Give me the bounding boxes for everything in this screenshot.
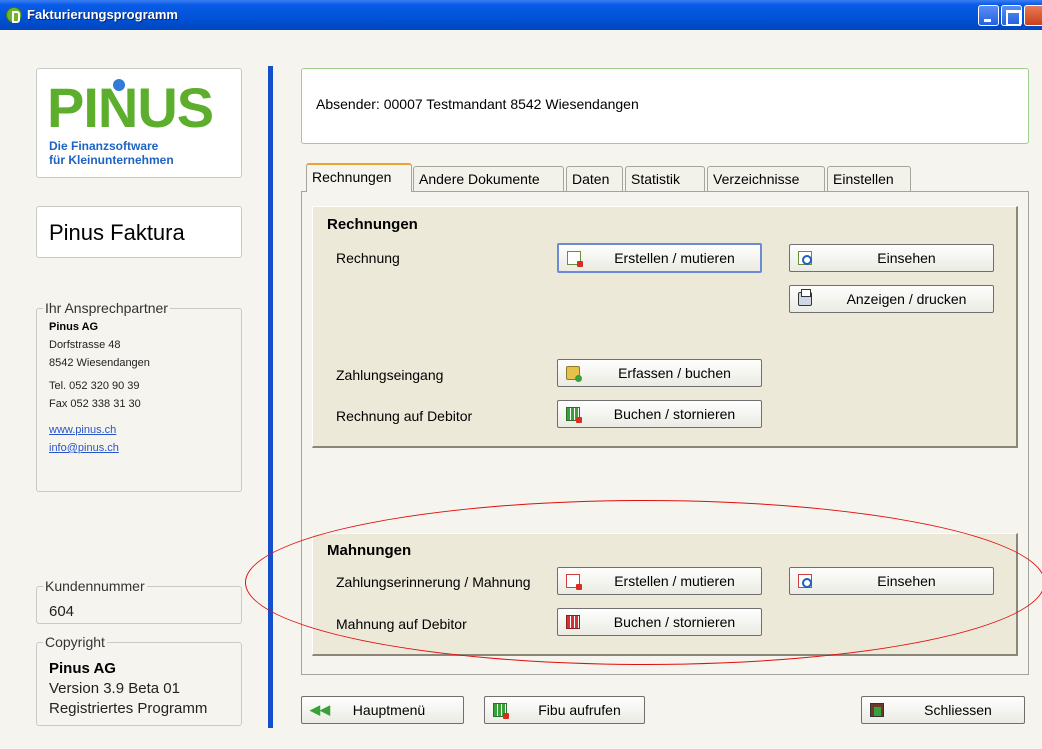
invoice-create-button[interactable]: Erstellen / mutieren bbox=[557, 243, 762, 273]
app-icon bbox=[6, 7, 22, 23]
tab-verzeichnisse[interactable]: Verzeichnisse bbox=[707, 166, 825, 191]
button-label: Schliessen bbox=[924, 702, 992, 718]
ledger-icon bbox=[566, 615, 580, 629]
tab-einstellen[interactable]: Einstellen bbox=[827, 166, 911, 191]
button-label: Hauptmenü bbox=[352, 702, 426, 718]
button-label: Fibu aufrufen bbox=[538, 702, 621, 718]
contact-group: Ihr Ansprechpartner Pinus AG Dorfstrasse… bbox=[36, 300, 242, 492]
reminder-debtor-button[interactable]: Buchen / stornieren bbox=[557, 608, 762, 636]
button-label: Erfassen / buchen bbox=[618, 365, 731, 381]
maximize-button[interactable] bbox=[1001, 5, 1022, 26]
contact-city: 8542 Wiesendangen bbox=[49, 357, 150, 369]
tab-statistik[interactable]: Statistik bbox=[625, 166, 705, 191]
reminder-create-button[interactable]: Erstellen / mutieren bbox=[557, 567, 762, 595]
logo-word: PINUS bbox=[47, 76, 214, 139]
document-edit-icon bbox=[567, 251, 583, 267]
copyright-group: Copyright Pinus AG Version 3.9 Beta 01 R… bbox=[36, 634, 242, 726]
exit-icon bbox=[870, 703, 884, 717]
invoices-title: Rechnungen bbox=[327, 216, 418, 233]
button-label: Einsehen bbox=[877, 573, 936, 589]
ledger-icon bbox=[493, 703, 509, 719]
reminders-title: Mahnungen bbox=[327, 542, 412, 559]
minimize-button[interactable] bbox=[978, 5, 999, 26]
tab-label: Rechnungen bbox=[312, 169, 392, 185]
customer-number-legend: Kundennummer bbox=[43, 578, 147, 594]
vertical-divider bbox=[268, 66, 273, 728]
invoice-view-button[interactable]: Einsehen bbox=[789, 244, 994, 272]
website-link[interactable]: www.pinus.ch bbox=[49, 424, 116, 436]
logo-tagline-2: für Kleinunternehmen bbox=[49, 153, 174, 167]
button-label: Buchen / stornieren bbox=[613, 406, 736, 422]
close-button[interactable]: Schliessen bbox=[861, 696, 1025, 724]
ledger-icon bbox=[566, 407, 582, 423]
sender-text: Absender: 00007 Testmandant 8542 Wiesend… bbox=[316, 96, 639, 112]
customer-number-group: Kundennummer 604 bbox=[36, 578, 242, 624]
invoice-print-button[interactable]: Anzeigen / drucken bbox=[789, 285, 994, 313]
pinus-logo: PINUS Die Finanzsoftware für Kleinuntern… bbox=[36, 68, 242, 178]
button-label: Erstellen / mutieren bbox=[614, 250, 735, 266]
title-bar[interactable]: Fakturierungsprogramm bbox=[0, 0, 1042, 30]
copyright-legend: Copyright bbox=[43, 634, 107, 650]
payment-icon bbox=[566, 366, 582, 382]
license-status: Registriertes Programm bbox=[49, 700, 208, 717]
window-title: Fakturierungsprogramm bbox=[27, 7, 178, 22]
printer-icon bbox=[798, 289, 812, 306]
tab-andere-dokumente[interactable]: Andere Dokumente bbox=[413, 166, 564, 191]
product-name: Pinus Faktura bbox=[49, 220, 185, 245]
button-label: Erstellen / mutieren bbox=[614, 573, 735, 589]
contact-fax: Fax 052 338 31 30 bbox=[49, 398, 141, 410]
copyright-company: Pinus AG bbox=[49, 660, 116, 677]
reminder-view-button[interactable]: Einsehen bbox=[789, 567, 994, 595]
main-menu-button[interactable]: ◀◀ Hauptmenü bbox=[301, 696, 464, 724]
sender-box: Absender: 00007 Testmandant 8542 Wiesend… bbox=[301, 68, 1029, 144]
product-box: Pinus Faktura bbox=[36, 206, 242, 258]
tab-label: Andere Dokumente bbox=[419, 171, 540, 187]
contact-tel: Tel. 052 320 90 39 bbox=[49, 380, 140, 392]
reminder-label: Zahlungserinnerung / Mahnung bbox=[336, 574, 531, 590]
contact-company: Pinus AG bbox=[49, 321, 99, 333]
payment-record-button[interactable]: Erfassen / buchen bbox=[557, 359, 762, 387]
button-label: Buchen / stornieren bbox=[613, 614, 736, 630]
logo-dot bbox=[113, 79, 125, 91]
invoice-debtor-button[interactable]: Buchen / stornieren bbox=[557, 400, 762, 428]
document-edit-icon bbox=[566, 574, 582, 590]
app-window: Fakturierungsprogramm PINUS Die Finanzso… bbox=[0, 0, 1042, 749]
email-link[interactable]: info@pinus.ch bbox=[49, 442, 119, 454]
tab-rechnungen[interactable]: Rechnungen bbox=[306, 163, 412, 192]
button-label: Einsehen bbox=[877, 250, 936, 266]
logo-tagline-1: Die Finanzsoftware bbox=[49, 139, 159, 153]
close-window-button[interactable] bbox=[1024, 5, 1042, 26]
tab-daten[interactable]: Daten bbox=[566, 166, 623, 191]
tab-label: Verzeichnisse bbox=[713, 171, 800, 187]
document-view-icon bbox=[798, 574, 812, 588]
version-text: Version 3.9 Beta 01 bbox=[49, 680, 180, 697]
invoice-label: Rechnung bbox=[336, 250, 400, 266]
reminder-debtor-label: Mahnung auf Debitor bbox=[336, 616, 467, 632]
fibu-button[interactable]: Fibu aufrufen bbox=[484, 696, 645, 724]
payment-label: Zahlungseingang bbox=[336, 367, 444, 383]
tab-label: Statistik bbox=[631, 171, 681, 187]
back-arrow-icon: ◀◀ bbox=[310, 702, 330, 717]
button-label: Anzeigen / drucken bbox=[846, 291, 967, 307]
document-view-icon bbox=[798, 251, 812, 265]
tab-label: Daten bbox=[572, 171, 610, 187]
contact-street: Dorfstrasse 48 bbox=[49, 339, 121, 351]
customer-number-value: 604 bbox=[49, 603, 75, 620]
tab-label: Einstellen bbox=[833, 171, 894, 187]
contact-legend: Ihr Ansprechpartner bbox=[43, 300, 170, 316]
invoice-debtor-label: Rechnung auf Debitor bbox=[336, 408, 473, 424]
